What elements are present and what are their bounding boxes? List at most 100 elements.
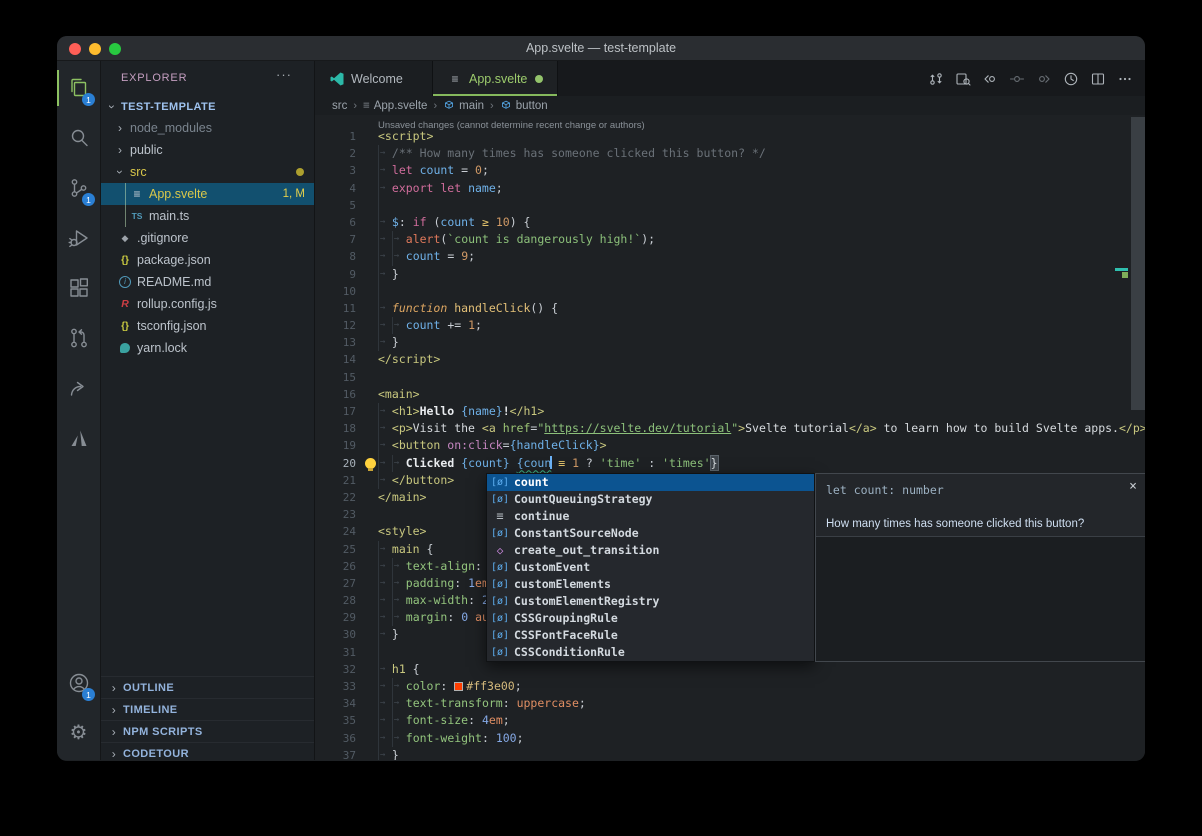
file-row-tsconfig-json[interactable]: tsconfig.json <box>101 315 314 337</box>
line-number: 12 <box>315 317 378 334</box>
symbol-variable-icon <box>491 525 509 542</box>
code-line-7[interactable]: 7→→alert(`count is dangerously high!`); <box>315 231 1145 248</box>
previous-change-icon[interactable] <box>982 71 998 87</box>
activity-bar-item-run-and-debug[interactable] <box>57 213 100 263</box>
code-editor[interactable]: Unsaved changes (cannot determine recent… <box>315 115 1145 760</box>
editor-scrollbar[interactable] <box>1131 117 1145 410</box>
file-row-app-svelte[interactable]: App.svelte1, M <box>101 183 314 205</box>
file-row--gitignore[interactable]: .gitignore <box>101 227 314 249</box>
file-row-src[interactable]: ›src <box>101 161 314 183</box>
activity-bar-item-explorer[interactable]: 1 <box>57 63 100 113</box>
code-line-20[interactable]: 20→→Clicked {count} {coun ≡ 1 ? 'time' :… <box>315 455 1145 472</box>
code-line-33[interactable]: 33→→color: #ff3e00; <box>315 678 1145 695</box>
code-line-17[interactable]: 17→<h1>Hello {name}!</h1> <box>315 403 1145 420</box>
open-preview-icon[interactable] <box>955 71 971 87</box>
code-line-32[interactable]: 32→h1 { <box>315 661 1145 678</box>
code-line-16[interactable]: 16<main> <box>315 386 1145 403</box>
file-row-package-json[interactable]: package.json <box>101 249 314 271</box>
current-change-icon[interactable] <box>1009 71 1025 87</box>
breadcrumb-item-src[interactable]: src <box>332 100 347 112</box>
code-line-35[interactable]: 35→→font-size: 4em; <box>315 712 1145 729</box>
sidebar-panel-timeline[interactable]: ›TIMELINE <box>101 698 314 720</box>
code-line-10[interactable]: 10 <box>315 283 1145 300</box>
breadcrumb-item-app-svelte[interactable]: ≡App.svelte <box>363 100 427 112</box>
activity-bar-item-accounts[interactable]: 1 <box>57 658 100 708</box>
code-line-19[interactable]: 19→<button on:click={handleClick}> <box>315 437 1145 454</box>
file-row-main-ts[interactable]: main.ts <box>101 205 314 227</box>
suggestion-customelementregistry[interactable]: CustomElementRegistry <box>487 593 814 610</box>
color-swatch[interactable] <box>454 682 463 691</box>
activity-bar-item-extensions[interactable] <box>57 263 100 313</box>
breadcrumb[interactable]: src›≡App.svelte›main›button <box>315 96 1145 115</box>
file-label: README.md <box>137 275 211 289</box>
suggestion-customelements[interactable]: customElements <box>487 576 814 593</box>
file-label: App.svelte <box>149 187 207 201</box>
activity-bar-item-search[interactable] <box>57 113 100 163</box>
file-row-yarn-lock[interactable]: yarn.lock <box>101 337 314 359</box>
split-editor-icon[interactable] <box>1090 71 1106 87</box>
svelte-file-icon <box>130 187 144 201</box>
code-line-18[interactable]: 18→<p>Visit the <a href="https://svelte.… <box>315 420 1145 437</box>
window-title: App.svelte — test-template <box>57 41 1145 55</box>
activity-bar-item-github-pull-requests[interactable] <box>57 313 100 363</box>
suggestion-cssconditionrule[interactable]: CSSConditionRule <box>487 644 814 661</box>
code-line-37[interactable]: 37→} <box>315 747 1145 760</box>
file-row-readme-md[interactable]: README.md <box>101 271 314 293</box>
panel-label: CODETOUR <box>123 748 189 760</box>
title-bar[interactable]: App.svelte — test-template <box>57 36 1145 61</box>
line-number: 25 <box>315 541 378 558</box>
code-line-2[interactable]: 2→/** How many times has someone clicked… <box>315 145 1145 162</box>
suggestion-constantsourcenode[interactable]: ConstantSourceNode <box>487 525 814 542</box>
symbol-keyword-icon <box>491 508 509 525</box>
file-row-node-modules[interactable]: ›node_modules <box>101 117 314 139</box>
next-change-icon[interactable] <box>1036 71 1052 87</box>
tab-welcome[interactable]: Welcome <box>315 61 433 96</box>
suggestion-label: CSSGroupingRule <box>514 610 618 627</box>
code-line-3[interactable]: 3→let count = 0; <box>315 162 1145 179</box>
sidebar-panel-outline[interactable]: ›OUTLINE <box>101 676 314 698</box>
suggestion-continue[interactable]: continue <box>487 508 814 525</box>
activity-bar-item-azure[interactable] <box>57 413 100 463</box>
code-line-36[interactable]: 36→→font-weight: 100; <box>315 730 1145 747</box>
file-row-rollup-config-js[interactable]: rollup.config.js <box>101 293 314 315</box>
file-row-public[interactable]: ›public <box>101 139 314 161</box>
sidebar-more-actions-icon[interactable]: ··· <box>276 67 292 82</box>
code-line-15[interactable]: 15 <box>315 369 1145 386</box>
code-line-4[interactable]: 4→export let name; <box>315 180 1145 197</box>
modified-dot <box>296 168 304 176</box>
workspace-section-header[interactable]: › TEST-TEMPLATE <box>101 96 314 117</box>
activity-bar-item-settings[interactable]: ⚙ <box>57 708 100 758</box>
open-changes-icon[interactable] <box>928 71 944 87</box>
lightbulb-icon[interactable] <box>365 458 376 469</box>
suggestion-countqueuingstrategy[interactable]: CountQueuingStrategy <box>487 491 814 508</box>
code-line-5[interactable]: 5 <box>315 197 1145 214</box>
sidebar-panel-npm-scripts[interactable]: ›NPM SCRIPTS <box>101 720 314 742</box>
suggestion-customevent[interactable]: CustomEvent <box>487 559 814 576</box>
suggestion-create_out_transition[interactable]: create_out_transition <box>487 542 814 559</box>
code-line-14[interactable]: 14</script> <box>315 351 1145 368</box>
tab-app-svelte[interactable]: ≡App.svelte <box>433 61 558 96</box>
code-line-8[interactable]: 8→→count = 9; <box>315 248 1145 265</box>
code-line-6[interactable]: 6→$: if (count ≥ 10) { <box>315 214 1145 231</box>
more-actions-icon[interactable] <box>1117 71 1133 87</box>
close-icon[interactable]: × <box>1129 478 1137 495</box>
tab-label: App.svelte <box>469 72 527 86</box>
code-line-11[interactable]: 11→function handleClick() { <box>315 300 1145 317</box>
sidebar-panel-codetour[interactable]: ›CODETOUR <box>101 742 314 761</box>
code-line-13[interactable]: 13→} <box>315 334 1145 351</box>
suggestion-cssfontfacerule[interactable]: CSSFontFaceRule <box>487 627 814 644</box>
run-and-debug-icon <box>67 226 91 250</box>
activity-bar-item-source-control[interactable]: 1 <box>57 163 100 213</box>
code-line-12[interactable]: 12→→count += 1; <box>315 317 1145 334</box>
code-line-9[interactable]: 9→} <box>315 266 1145 283</box>
activity-bar-item-live-share[interactable] <box>57 363 100 413</box>
suggestion-count[interactable]: count <box>487 474 814 491</box>
suggestion-cssgroupingrule[interactable]: CSSGroupingRule <box>487 610 814 627</box>
code-line-1[interactable]: 1<script> <box>315 128 1145 145</box>
chevron-right-icon: › <box>109 681 119 695</box>
code-line-34[interactable]: 34→→text-transform: uppercase; <box>315 695 1145 712</box>
file-label: node_modules <box>130 121 212 135</box>
breadcrumb-item-main[interactable]: main <box>443 99 484 112</box>
start-timer-icon[interactable] <box>1063 71 1079 87</box>
breadcrumb-item-button[interactable]: button <box>500 99 548 112</box>
